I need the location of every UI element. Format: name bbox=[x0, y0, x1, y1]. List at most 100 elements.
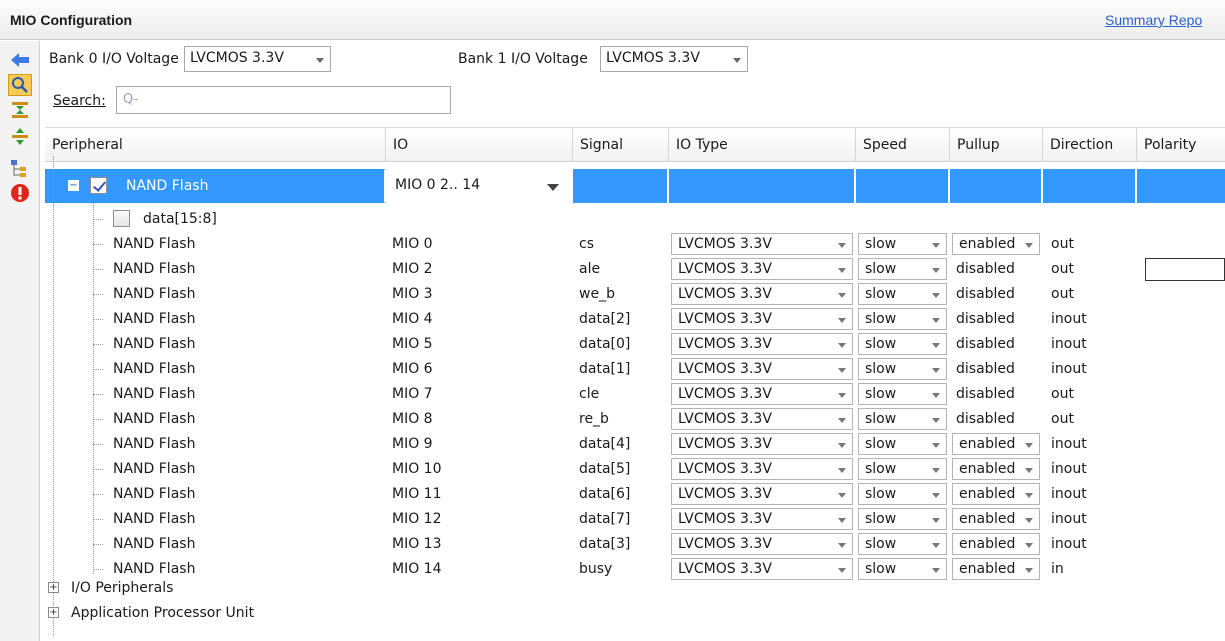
speed-select[interactable]: slow bbox=[858, 483, 947, 505]
io-type-select[interactable]: LVCMOS 3.3V bbox=[671, 508, 853, 530]
polarity-edit-field[interactable] bbox=[1145, 258, 1225, 281]
collapse-toggle-icon[interactable]: − bbox=[68, 180, 79, 191]
peripheral-cell: NAND Flash bbox=[113, 461, 196, 477]
expand-all-icon[interactable] bbox=[8, 126, 32, 148]
bank0-voltage-value: LVCMOS 3.3V bbox=[190, 50, 284, 66]
search-label: Search: bbox=[53, 93, 106, 109]
table-row[interactable]: NAND Flash MIO 3 we_b LVCMOS 3.3V slow disabl… bbox=[45, 282, 1225, 307]
tree-filter-icon[interactable] bbox=[8, 157, 32, 179]
speed-select[interactable]: slow bbox=[858, 283, 947, 305]
table-row[interactable]: NAND Flash MIO 0 cs LVCMOS 3.3V slow enabled o… bbox=[45, 232, 1225, 257]
io-cell: MIO 12 bbox=[392, 511, 442, 527]
signal-cell: cle bbox=[579, 386, 600, 402]
io-type-select[interactable]: LVCMOS 3.3V bbox=[671, 333, 853, 355]
col-header-peripheral[interactable]: Peripheral bbox=[45, 128, 386, 162]
table-row[interactable]: NAND Flash MIO 7 cle LVCMOS 3.3V slow disable… bbox=[45, 382, 1225, 407]
col-header-io-type[interactable]: IO Type bbox=[669, 128, 856, 162]
table-row-io-peripherals[interactable]: + I/O Peripherals bbox=[45, 576, 1225, 601]
io-type-select[interactable]: LVCMOS 3.3V bbox=[671, 458, 853, 480]
error-icon[interactable] bbox=[8, 182, 32, 204]
bank0-voltage-select[interactable]: LVCMOS 3.3V bbox=[184, 46, 331, 72]
signal-cell: we_b bbox=[579, 286, 615, 302]
signal-cell: data[1] bbox=[579, 361, 631, 377]
io-type-select[interactable]: LVCMOS 3.3V bbox=[671, 358, 853, 380]
pullup-select[interactable]: enabled bbox=[952, 433, 1040, 455]
speed-select[interactable]: slow bbox=[858, 533, 947, 555]
table-row-data-group[interactable]: data[15:8] bbox=[45, 206, 1225, 232]
pullup-select[interactable]: enabled bbox=[952, 508, 1040, 530]
table-row[interactable]: NAND Flash MIO 10 data[5] LVCMOS 3.3V slow en… bbox=[45, 457, 1225, 482]
col-header-pullup[interactable]: Pullup bbox=[950, 128, 1043, 162]
table-row[interactable]: NAND Flash MIO 8 re_b LVCMOS 3.3V slow disabl… bbox=[45, 407, 1225, 432]
table-row-nand-flash[interactable]: − NAND Flash MIO 0 2.. 14 bbox=[45, 169, 1225, 203]
collapse-all-icon[interactable] bbox=[8, 99, 32, 121]
pullup-cell[interactable]: disabled bbox=[950, 332, 1043, 357]
io-type-select[interactable]: LVCMOS 3.3V bbox=[671, 533, 853, 555]
speed-select[interactable]: slow bbox=[858, 258, 947, 280]
pullup-select[interactable]: enabled bbox=[952, 458, 1040, 480]
pullup-cell[interactable]: disabled bbox=[950, 382, 1043, 407]
direction-cell: inout bbox=[1051, 336, 1087, 352]
table-row[interactable]: NAND Flash MIO 2 ale LVCMOS 3.3V slow disable… bbox=[45, 257, 1225, 282]
speed-select[interactable]: slow bbox=[858, 233, 947, 255]
pullup-cell[interactable]: disabled bbox=[950, 257, 1043, 282]
col-header-speed[interactable]: Speed bbox=[856, 128, 950, 162]
pullup-cell[interactable]: disabled bbox=[950, 407, 1043, 432]
nand-flash-checkbox[interactable] bbox=[90, 177, 107, 194]
search-input[interactable]: Q- bbox=[116, 86, 451, 114]
speed-select[interactable]: slow bbox=[858, 408, 947, 430]
chevron-down-icon bbox=[932, 368, 940, 373]
speed-select[interactable]: slow bbox=[858, 358, 947, 380]
tree-connector bbox=[93, 519, 103, 520]
table-row-apu[interactable]: + Application Processor Unit bbox=[45, 601, 1225, 626]
table-row[interactable]: NAND Flash MIO 6 data[1] LVCMOS 3.3V slow dis… bbox=[45, 357, 1225, 382]
col-header-polarity[interactable]: Polarity bbox=[1137, 128, 1225, 162]
speed-select[interactable]: slow bbox=[858, 383, 947, 405]
table-row[interactable]: NAND Flash MIO 12 data[7] LVCMOS 3.3V slow en… bbox=[45, 507, 1225, 532]
table-row[interactable]: NAND Flash MIO 13 data[3] LVCMOS 3.3V slow en… bbox=[45, 532, 1225, 557]
io-type-select[interactable]: LVCMOS 3.3V bbox=[671, 283, 853, 305]
col-header-io[interactable]: IO bbox=[386, 128, 573, 162]
io-type-select[interactable]: LVCMOS 3.3V bbox=[671, 383, 853, 405]
back-arrow-icon[interactable] bbox=[8, 49, 32, 71]
pullup-select[interactable]: enabled bbox=[952, 233, 1040, 255]
io-range-select[interactable]: MIO 0 2.. 14 bbox=[388, 174, 570, 196]
speed-select[interactable]: slow bbox=[858, 458, 947, 480]
speed-select[interactable]: slow bbox=[858, 333, 947, 355]
io-type-select[interactable]: LVCMOS 3.3V bbox=[671, 308, 853, 330]
chevron-down-icon bbox=[838, 568, 846, 573]
table-row[interactable]: NAND Flash MIO 11 data[6] LVCMOS 3.3V slow en… bbox=[45, 482, 1225, 507]
pullup-select[interactable]: enabled bbox=[952, 483, 1040, 505]
col-header-signal[interactable]: Signal bbox=[573, 128, 669, 162]
data-group-checkbox[interactable] bbox=[113, 210, 130, 227]
pullup-cell[interactable]: disabled bbox=[950, 307, 1043, 332]
table-row[interactable]: NAND Flash MIO 9 data[4] LVCMOS 3.3V slow ena… bbox=[45, 432, 1225, 457]
io-type-select[interactable]: LVCMOS 3.3V bbox=[671, 483, 853, 505]
search-icon[interactable] bbox=[8, 74, 32, 96]
speed-select[interactable]: slow bbox=[858, 433, 947, 455]
col-header-direction[interactable]: Direction bbox=[1043, 128, 1137, 162]
peripheral-cell: NAND Flash bbox=[113, 511, 196, 527]
signal-cell: re_b bbox=[579, 411, 609, 427]
io-type-value: LVCMOS 3.3V bbox=[678, 336, 772, 352]
speed-select[interactable]: slow bbox=[858, 508, 947, 530]
table-row[interactable]: NAND Flash MIO 5 data[0] LVCMOS 3.3V slow dis… bbox=[45, 332, 1225, 357]
pullup-cell[interactable]: disabled bbox=[950, 282, 1043, 307]
pullup-cell[interactable]: disabled bbox=[950, 357, 1043, 382]
direction-cell: inout bbox=[1051, 536, 1087, 552]
io-type-select[interactable]: LVCMOS 3.3V bbox=[671, 408, 853, 430]
table-row[interactable]: NAND Flash MIO 4 data[2] LVCMOS 3.3V slow dis… bbox=[45, 307, 1225, 332]
bank1-voltage-select[interactable]: LVCMOS 3.3V bbox=[600, 46, 748, 72]
io-type-value: LVCMOS 3.3V bbox=[678, 411, 772, 427]
expand-toggle-icon[interactable]: + bbox=[48, 607, 59, 618]
io-cell: MIO 0 2.. 14 bbox=[386, 169, 573, 203]
pullup-select[interactable]: enabled bbox=[952, 533, 1040, 555]
speed-select[interactable]: slow bbox=[858, 308, 947, 330]
io-type-select[interactable]: LVCMOS 3.3V bbox=[671, 258, 853, 280]
expand-toggle-icon[interactable]: + bbox=[48, 582, 59, 593]
io-type-select[interactable]: LVCMOS 3.3V bbox=[671, 233, 853, 255]
signal-cell: data[5] bbox=[579, 461, 631, 477]
speed-cell bbox=[856, 169, 950, 203]
summary-report-link[interactable]: Summary Repo bbox=[1105, 12, 1202, 28]
io-type-select[interactable]: LVCMOS 3.3V bbox=[671, 433, 853, 455]
